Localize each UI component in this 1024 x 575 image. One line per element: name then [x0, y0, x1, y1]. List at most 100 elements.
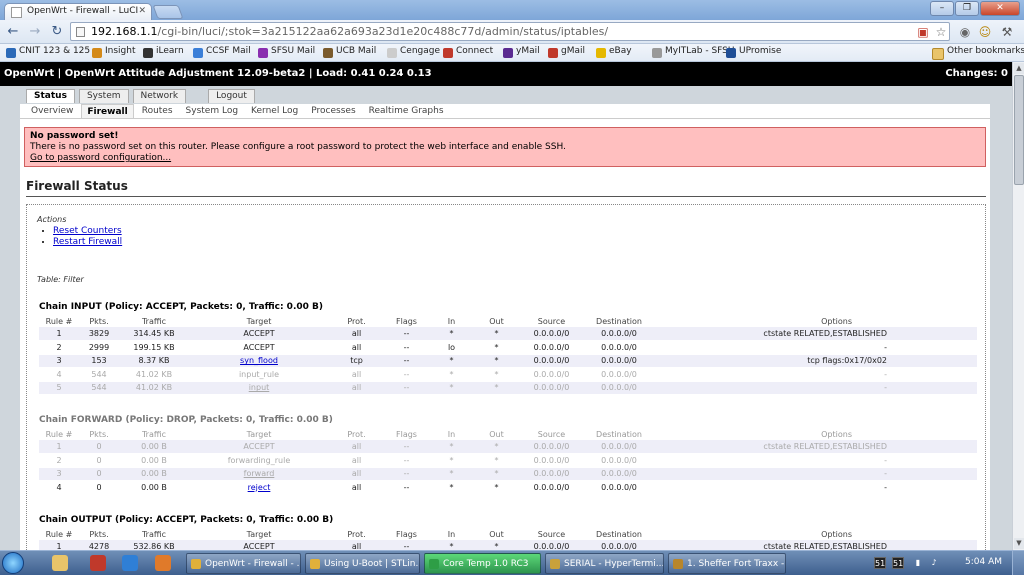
tab-network[interactable]: Network: [132, 89, 187, 103]
bookmark-item[interactable]: UCB Mail: [323, 46, 376, 58]
network-icon[interactable]: ▮: [912, 557, 924, 569]
start-button[interactable]: [2, 552, 24, 574]
table-cell: -: [654, 467, 977, 481]
taskbar-task-button[interactable]: 1. Sheffer Fort Traxx - ...: [668, 553, 786, 574]
table-cell: ACCEPT: [189, 340, 329, 355]
restart-firewall-link[interactable]: Restart Firewall: [53, 237, 122, 247]
taskbar-task-button[interactable]: Core Temp 1.0 RC3: [424, 553, 541, 574]
minimize-button[interactable]: –: [930, 1, 954, 16]
bookmark-item[interactable]: Insight: [92, 46, 136, 58]
maximize-button[interactable]: ❐: [955, 1, 979, 16]
bookmark-item[interactable]: CCSF Mail: [193, 46, 251, 58]
back-arrow-icon[interactable]: ←: [4, 23, 22, 41]
table-cell: 0.0.0.0/0: [584, 480, 654, 495]
subtab-system-log[interactable]: System Log: [181, 104, 244, 118]
browser-tab[interactable]: OpenWrt - Firewall - LuCI ✕: [4, 3, 152, 20]
column-header: Target: [246, 529, 272, 539]
table-cell: 0.0.0.0/0: [584, 340, 654, 355]
chain-forward-title: Chain FORWARD (Policy: DROP, Packets: 0,…: [39, 415, 333, 425]
table-cell: tcp flags:0x17/0x02: [654, 354, 977, 368]
table-cell: 0.0.0.0/0: [519, 340, 584, 355]
tab-status[interactable]: Status: [26, 89, 75, 103]
target-cell: syn_flood: [189, 354, 329, 368]
bookmark-item[interactable]: CNIT 123 & 125: [6, 46, 90, 58]
clock[interactable]: 5:04 AM: [965, 557, 1002, 567]
column-header: Flags: [396, 429, 417, 439]
firefox-icon[interactable]: [155, 555, 171, 571]
column-header: Source: [537, 316, 566, 326]
target-chain-link[interactable]: syn_flood: [240, 356, 278, 365]
status-submenu: Overview Firewall Routes System Log Kern…: [20, 104, 990, 119]
bookmark-item[interactable]: MyITLab - SFSU: [652, 46, 735, 58]
taskbar-task-button[interactable]: OpenWrt - Firewall - ...: [186, 553, 301, 574]
forward-arrow-icon[interactable]: →: [26, 23, 44, 41]
star-icon[interactable]: ☆: [932, 23, 950, 41]
subtab-overview[interactable]: Overview: [26, 104, 78, 118]
table-cell: all: [329, 327, 384, 341]
target-chain-link[interactable]: input: [249, 383, 270, 392]
bookmark-item[interactable]: SFSU Mail: [258, 46, 315, 58]
window-controls: – ❐ ✕: [930, 1, 1020, 16]
chain-forward-table: Rule # Pkts. Traffic Target Prot. Flags In Out S…: [39, 428, 977, 495]
bookmark-item[interactable]: yMail: [503, 46, 540, 58]
table-cell: *: [429, 540, 474, 550]
subtab-kernel-log[interactable]: Kernel Log: [246, 104, 303, 118]
column-header: Rule #: [45, 529, 73, 539]
target-chain-link[interactable]: forward: [244, 469, 275, 478]
tab-logout[interactable]: Logout: [208, 89, 255, 103]
scroll-up-icon[interactable]: ▲: [1014, 63, 1024, 74]
bookmark-item[interactable]: Cengage: [387, 46, 440, 58]
subtab-routes[interactable]: Routes: [137, 104, 178, 118]
password-config-link[interactable]: Go to password configuration...: [30, 153, 980, 164]
bookmark-item[interactable]: eBay: [596, 46, 632, 58]
wrench-icon[interactable]: ⚒: [998, 23, 1016, 41]
chain-output-table: Rule # Pkts. Traffic Target Prot. Flags In Out S…: [39, 528, 977, 550]
subtab-realtime-graphs[interactable]: Realtime Graphs: [364, 104, 449, 118]
pdf-extension-icon[interactable]: ▣: [914, 23, 932, 41]
table-cell: -: [654, 453, 977, 468]
bookmark-item[interactable]: Connect: [443, 46, 493, 58]
ie-icon[interactable]: [122, 555, 138, 571]
reload-icon[interactable]: ↻: [48, 23, 66, 41]
changes-link[interactable]: Changes: 0: [945, 62, 1008, 86]
subtab-firewall[interactable]: Firewall: [81, 104, 134, 118]
extension-icon[interactable]: ◉: [956, 23, 974, 41]
taskbar-task-button[interactable]: Using U-Boot | STLin...: [305, 553, 420, 574]
page-scrollbar[interactable]: ▲ ▼: [1012, 62, 1024, 550]
alert-title: No password set!: [30, 131, 119, 141]
table-row: 1 0 0.00 B ACCEPT all -- * * 0.0.0.0/0 0.0.0.0/0 c…: [39, 440, 977, 454]
close-window-button[interactable]: ✕: [980, 1, 1020, 16]
bookmark-item[interactable]: gMail: [548, 46, 585, 58]
address-bar[interactable]: 192.168.1.1/cgi-bin/luci/;stok=3a215122a…: [70, 22, 950, 41]
show-desktop-button[interactable]: [1012, 551, 1024, 575]
table-cell: 0.0.0.0/0: [519, 440, 584, 454]
tray-value[interactable]: 51: [892, 557, 904, 569]
explorer-icon[interactable]: [52, 555, 68, 571]
tab-close-icon[interactable]: ✕: [138, 6, 146, 16]
new-tab-button[interactable]: [152, 5, 184, 19]
subtab-processes[interactable]: Processes: [306, 104, 360, 118]
scroll-down-icon[interactable]: ▼: [1014, 538, 1024, 549]
table-row: 4 544 41.02 KB input_rule all -- * * 0.0.0.0/0 0.…: [39, 367, 977, 382]
scroll-thumb[interactable]: [1014, 75, 1024, 185]
column-header: Prot.: [347, 316, 366, 326]
column-header: Traffic: [141, 429, 167, 439]
other-bookmarks-folder[interactable]: Other bookmarks: [932, 46, 1024, 60]
extension-icon-2[interactable]: ☺: [976, 23, 994, 41]
tab-system[interactable]: System: [78, 89, 129, 103]
media-player-icon[interactable]: [90, 555, 106, 571]
taskbar-task-button[interactable]: SERIAL - HyperTermi...: [545, 553, 664, 574]
target-chain-link[interactable]: reject: [248, 483, 271, 492]
tray-value[interactable]: 51: [874, 557, 886, 569]
tab-title: OpenWrt - Firewall - LuCI: [27, 6, 139, 16]
table-cell: 0.0.0.0/0: [584, 540, 654, 550]
table-cell: 0.0.0.0/0: [519, 453, 584, 468]
bookmark-item[interactable]: UPromise: [726, 46, 781, 58]
column-header: Pkts.: [89, 316, 109, 326]
bookmark-item[interactable]: iLearn: [143, 46, 184, 58]
volume-icon[interactable]: ♪: [928, 557, 940, 569]
reset-counters-link[interactable]: Reset Counters: [53, 226, 122, 236]
table-cell: all: [329, 440, 384, 454]
table-cell: 0: [79, 467, 119, 481]
table-cell: *: [474, 453, 519, 468]
